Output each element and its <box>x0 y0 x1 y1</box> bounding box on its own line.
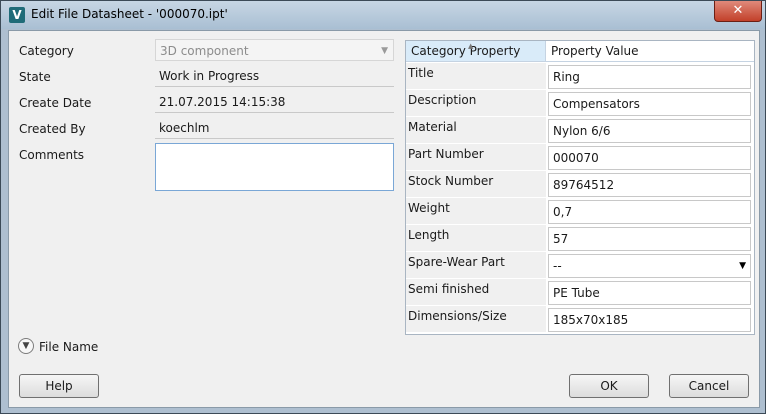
property-name-cell: Title <box>406 63 546 90</box>
cancel-button[interactable]: Cancel <box>669 374 749 398</box>
grid-header: ▲ Category Property Property Value <box>406 41 754 63</box>
property-value-cell[interactable]: Nylon 6/6 <box>548 119 751 143</box>
property-name-cell: Material <box>406 117 546 144</box>
property-name-cell: Dimensions/Size <box>406 306 546 333</box>
property-value-text: 000070 <box>553 151 599 165</box>
property-value-text: 185x70x185 <box>553 313 629 327</box>
property-name-cell: Description <box>406 90 546 117</box>
window-title: Edit File Datasheet - '000070.ipt' <box>31 7 228 21</box>
chevron-down-icon: ▼ <box>381 46 388 56</box>
grid-row: Spare-Wear Part -- ▼ <box>406 252 754 279</box>
grid-row: Title Ring <box>406 63 754 90</box>
expand-circle-icon: ▼ <box>22 341 30 351</box>
help-button[interactable]: Help <box>19 374 99 398</box>
state-label: State <box>19 70 51 84</box>
property-value-cell[interactable]: 89764512 <box>548 173 751 197</box>
property-value-text: Compensators <box>553 97 640 111</box>
property-value-cell[interactable]: PE Tube <box>548 281 751 305</box>
grid-row: Description Compensators <box>406 90 754 117</box>
grid-row: Stock Number 89764512 <box>406 171 754 198</box>
category-combobox: 3D component ▼ <box>155 39 394 61</box>
property-value-text: 0,7 <box>553 205 573 219</box>
created-by-value: koechlm <box>155 117 394 139</box>
file-name-label[interactable]: File Name <box>39 340 98 354</box>
property-value-cell[interactable]: 000070 <box>548 146 751 170</box>
ok-button[interactable]: OK <box>569 374 649 398</box>
column-header-property[interactable]: ▲ Category Property <box>406 41 546 62</box>
created-by-label: Created By <box>19 122 86 136</box>
property-name-cell: Weight <box>406 198 546 225</box>
category-label: Category <box>19 44 74 58</box>
grid-row: Weight 0,7 <box>406 198 754 225</box>
property-grid: ▲ Category Property Property Value Title… <box>405 40 755 335</box>
close-icon: ✕ <box>732 3 744 18</box>
column-header-property-label: Category Property <box>411 44 521 58</box>
property-value-text: PE Tube <box>553 286 600 300</box>
property-name-cell: Part Number <box>406 144 546 171</box>
comments-label: Comments <box>19 148 85 162</box>
grid-row: Material Nylon 6/6 <box>406 117 754 144</box>
property-name-cell: Semi finished <box>406 279 546 306</box>
property-value-text: Ring <box>553 70 580 84</box>
create-date-label: Create Date <box>19 96 92 110</box>
column-header-value[interactable]: Property Value <box>546 41 754 62</box>
property-value-text: 57 <box>553 232 569 246</box>
property-value-cell[interactable]: Compensators <box>548 92 751 116</box>
property-value-text: 89764512 <box>553 178 615 192</box>
chevron-down-icon[interactable]: ▼ <box>739 255 746 277</box>
dialog-body: Category 3D component ▼ State Work in Pr… <box>8 30 760 408</box>
property-value-text: Nylon 6/6 <box>553 124 611 138</box>
property-value-cell[interactable]: 0,7 <box>548 200 751 224</box>
column-header-value-label: Property Value <box>551 44 639 58</box>
property-value-cell[interactable]: 57 <box>548 227 751 251</box>
property-value-text: -- <box>553 259 562 273</box>
property-name-cell: Spare-Wear Part <box>406 252 546 279</box>
grid-row: Length 57 <box>406 225 754 252</box>
title-bar[interactable]: V Edit File Datasheet - '000070.ipt' ✕ <box>1 1 765 29</box>
property-name-cell: Length <box>406 225 546 252</box>
create-date-value: 21.07.2015 14:15:38 <box>155 91 394 113</box>
comments-textarea[interactable] <box>155 143 394 191</box>
vault-app-icon: V <box>9 7 25 23</box>
property-name-cell: Stock Number <box>406 171 546 198</box>
sort-ascending-icon: ▲ <box>468 42 474 50</box>
property-value-cell[interactable]: Ring <box>548 65 751 89</box>
category-value: 3D component <box>160 44 249 58</box>
dialog-window: V Edit File Datasheet - '000070.ipt' ✕ C… <box>0 0 766 414</box>
property-value-cell[interactable]: 185x70x185 <box>548 308 751 332</box>
file-name-expander[interactable]: ▼ <box>18 338 34 354</box>
grid-row: Part Number 000070 <box>406 144 754 171</box>
grid-row: Semi finished PE Tube <box>406 279 754 306</box>
close-button[interactable]: ✕ <box>714 1 762 22</box>
state-value: Work in Progress <box>155 65 394 87</box>
property-value-cell[interactable]: -- ▼ <box>548 254 751 278</box>
grid-row: Dimensions/Size 185x70x185 <box>406 306 754 333</box>
